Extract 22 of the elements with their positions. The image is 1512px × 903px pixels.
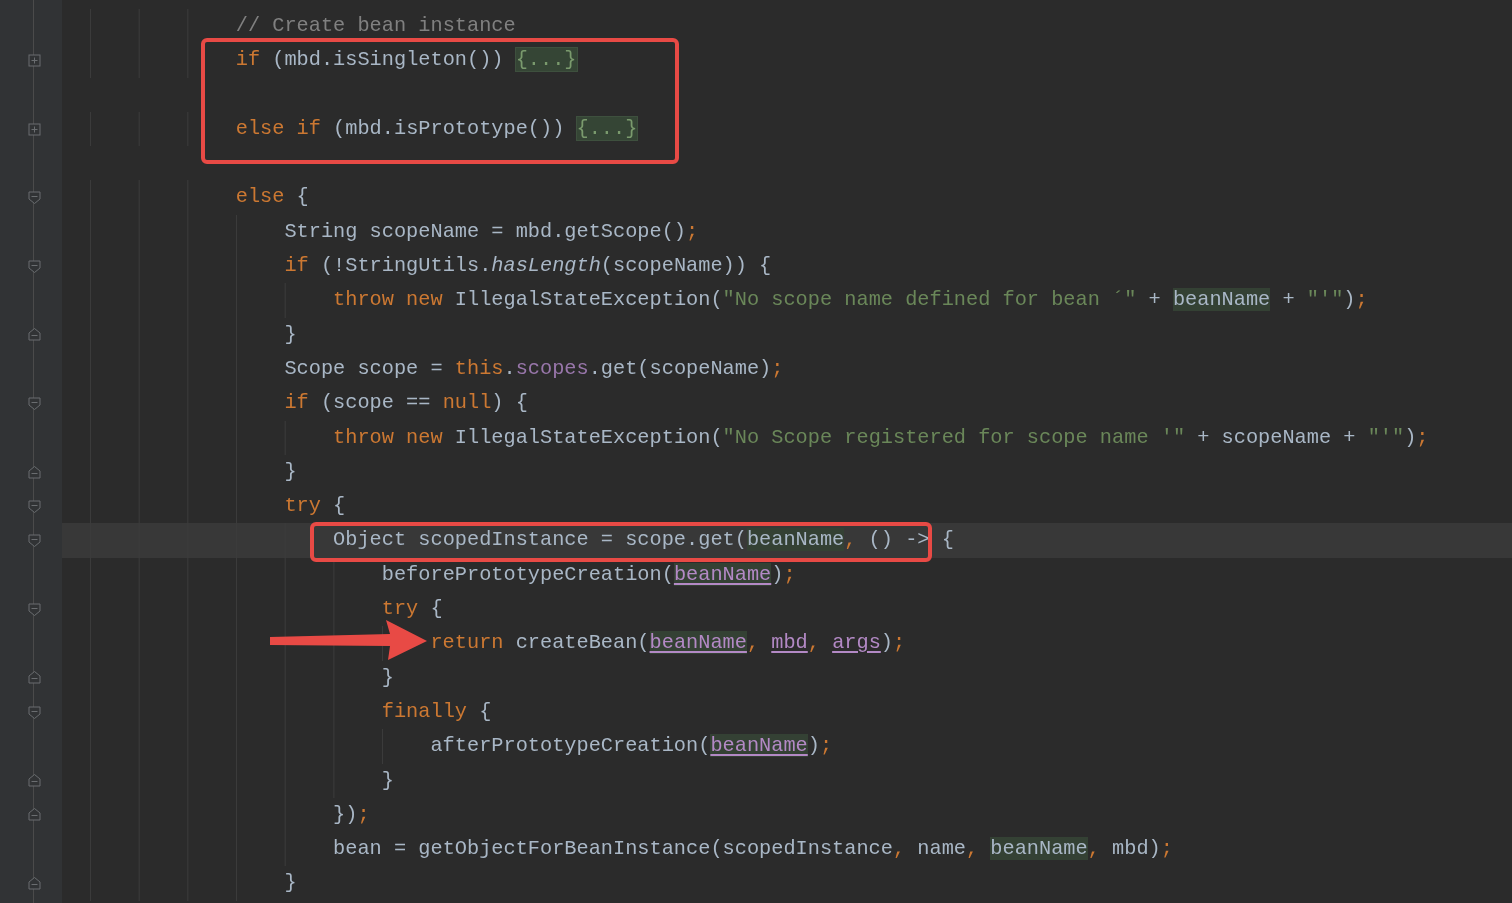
code-line: if (mbd.isSingleton()) {...} (62, 43, 1512, 78)
code-line: } (62, 317, 1512, 352)
code-line: else if (mbd.isPrototype()) {...} (62, 111, 1512, 147)
code-line: } (62, 763, 1512, 798)
code-line: } (62, 660, 1512, 695)
code-line: bean = getObjectForBeanInstance(scopedInstance, name, beanName, mbd); (62, 832, 1512, 867)
code-line: else { (62, 180, 1512, 215)
code-line: afterPrototypeCreation(beanName); (62, 729, 1512, 764)
code-line: throw new IllegalStateException("No Scope registered for scope name '" + scopeName + "'"); (62, 420, 1512, 455)
code-line: if (scope == null) { (62, 386, 1512, 421)
code-line: } (62, 866, 1512, 901)
code-line: finally { (62, 694, 1512, 730)
code-line: Scope scope = this.scopes.get(scopeName); (62, 351, 1512, 387)
code-line: if (!StringUtils.hasLength(scopeName)) { (62, 249, 1512, 284)
code-line: try { (62, 592, 1512, 627)
code-line: }); (62, 797, 1512, 833)
code-line: try { (62, 489, 1512, 524)
code-line: throw new IllegalStateException("No scope name defined for bean ´" + beanName + "'"); (62, 283, 1512, 318)
code-line: // Create bean instance (62, 9, 1512, 44)
code-line: } (62, 454, 1512, 490)
code-line: String scopeName = mbd.getScope(); (62, 214, 1512, 250)
code-line: beforePrototypeCreation(beanName); (62, 557, 1512, 593)
